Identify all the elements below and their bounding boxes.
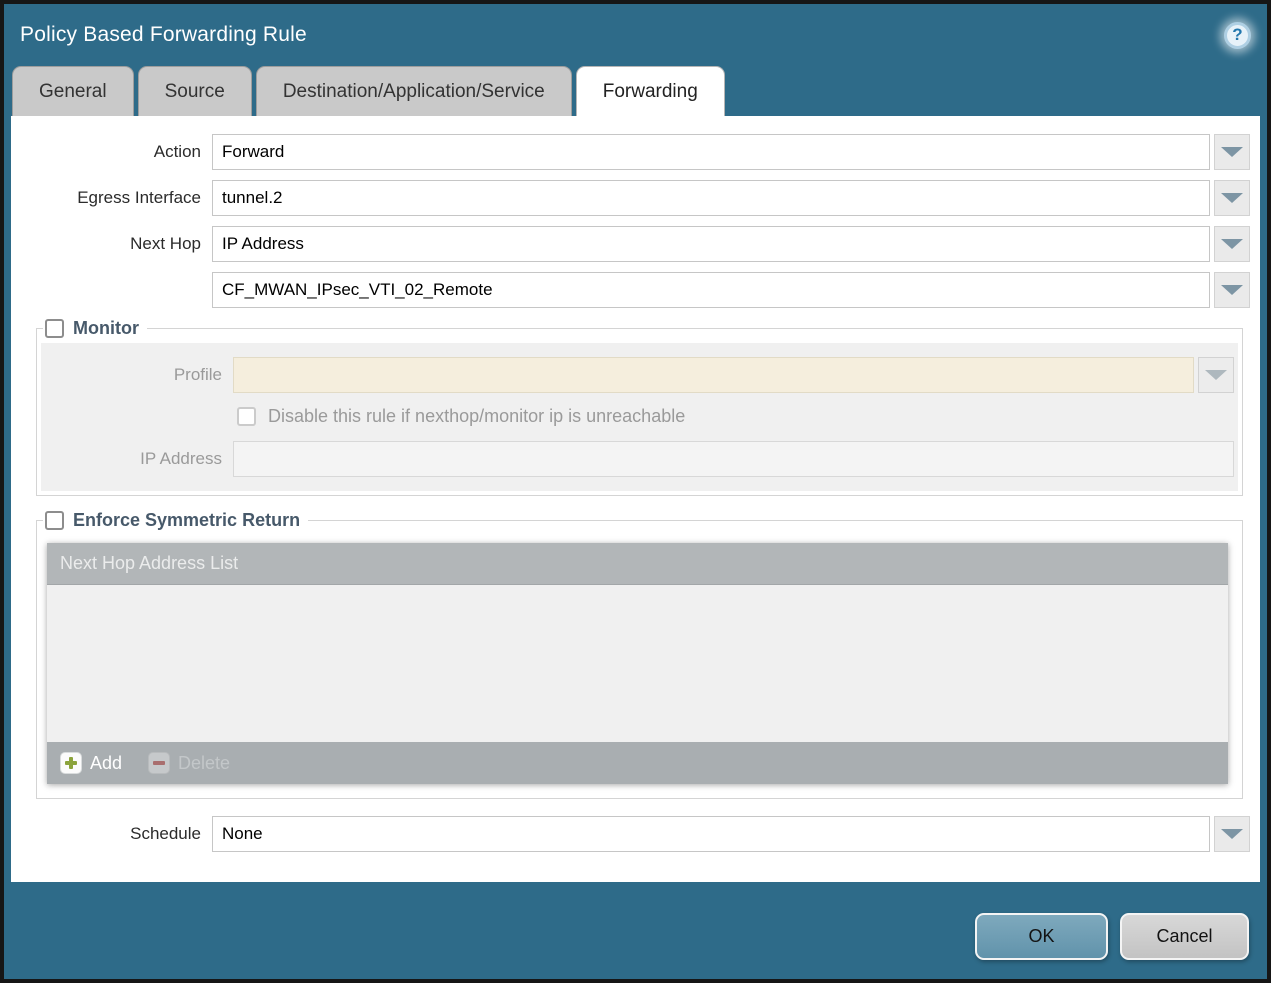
chevron-down-icon <box>1221 829 1243 839</box>
next-hop-address-row <box>11 272 1250 308</box>
profile-dropdown-button <box>1198 357 1234 393</box>
disable-rule-checkbox <box>237 407 256 426</box>
chevron-down-icon <box>1221 239 1243 249</box>
next-hop-address-list-header: Next Hop Address List <box>47 543 1228 585</box>
delete-button: Delete <box>148 752 230 774</box>
action-label: Action <box>11 142 212 162</box>
title-bar: Policy Based Forwarding Rule ? <box>4 4 1267 66</box>
profile-row: Profile <box>41 357 1234 393</box>
tab-general[interactable]: General <box>12 66 134 116</box>
enforce-symmetric-return-checkbox[interactable] <box>45 511 64 530</box>
egress-interface-input[interactable] <box>212 180 1210 216</box>
monitor-legend-label: Monitor <box>73 318 139 339</box>
monitor-ip-label: IP Address <box>41 449 233 469</box>
next-hop-label: Next Hop <box>11 234 212 254</box>
profile-input <box>233 357 1194 393</box>
disable-rule-label: Disable this rule if nexthop/monitor ip … <box>268 406 685 427</box>
pbf-rule-dialog: Policy Based Forwarding Rule ? General S… <box>0 0 1271 983</box>
profile-label: Profile <box>41 365 233 385</box>
monitor-ip-row: IP Address <box>41 441 1234 477</box>
dialog-action-buttons: OK Cancel <box>975 913 1249 960</box>
next-hop-type-input[interactable] <box>212 226 1210 262</box>
egress-interface-dropdown-button[interactable] <box>1214 180 1250 216</box>
egress-interface-row: Egress Interface <box>11 180 1250 216</box>
next-hop-address-table: Next Hop Address List Add Delete <box>47 543 1228 784</box>
chevron-down-icon <box>1221 285 1243 295</box>
monitor-fieldset: Monitor Profile Disable this rule if nex… <box>36 318 1243 496</box>
help-icon[interactable]: ? <box>1224 22 1251 49</box>
chevron-down-icon <box>1221 193 1243 203</box>
schedule-dropdown-button[interactable] <box>1214 816 1250 852</box>
next-hop-address-input[interactable] <box>212 272 1210 308</box>
next-hop-dropdown-button[interactable] <box>1214 226 1250 262</box>
chevron-down-icon <box>1205 370 1227 380</box>
forwarding-tab-panel: Action Egress Interface Next Hop Monitor <box>11 116 1260 882</box>
disable-rule-row: Disable this rule if nexthop/monitor ip … <box>237 406 1234 427</box>
action-dropdown-button[interactable] <box>1214 134 1250 170</box>
monitor-checkbox[interactable] <box>45 319 64 338</box>
delete-button-label: Delete <box>178 753 230 774</box>
tab-forwarding[interactable]: Forwarding <box>576 66 725 116</box>
schedule-row: Schedule <box>11 816 1250 852</box>
action-input[interactable] <box>212 134 1210 170</box>
ok-button[interactable]: OK <box>975 913 1108 960</box>
enforce-symmetric-return-label: Enforce Symmetric Return <box>73 510 300 531</box>
tab-destination-application-service[interactable]: Destination/Application/Service <box>256 66 572 116</box>
add-icon <box>60 752 82 774</box>
action-row: Action <box>11 134 1250 170</box>
egress-interface-label: Egress Interface <box>11 188 212 208</box>
schedule-input[interactable] <box>212 816 1210 852</box>
chevron-down-icon <box>1221 147 1243 157</box>
table-footer-bar: Add Delete <box>47 742 1228 784</box>
dialog-title: Policy Based Forwarding Rule <box>20 23 307 47</box>
symmetric-return-fieldset: Enforce Symmetric Return Next Hop Addres… <box>36 510 1243 799</box>
monitor-panel: Profile Disable this rule if nexthop/mon… <box>41 343 1238 491</box>
schedule-label: Schedule <box>11 824 212 844</box>
add-button-label: Add <box>90 753 122 774</box>
cancel-button[interactable]: Cancel <box>1120 913 1249 960</box>
delete-icon <box>148 752 170 774</box>
next-hop-row: Next Hop <box>11 226 1250 262</box>
tab-bar: General Source Destination/Application/S… <box>4 66 1267 116</box>
add-button[interactable]: Add <box>60 752 122 774</box>
next-hop-address-list-body[interactable] <box>47 585 1228 742</box>
next-hop-address-dropdown-button[interactable] <box>1214 272 1250 308</box>
monitor-ip-input <box>233 441 1234 477</box>
tab-source[interactable]: Source <box>138 66 252 116</box>
